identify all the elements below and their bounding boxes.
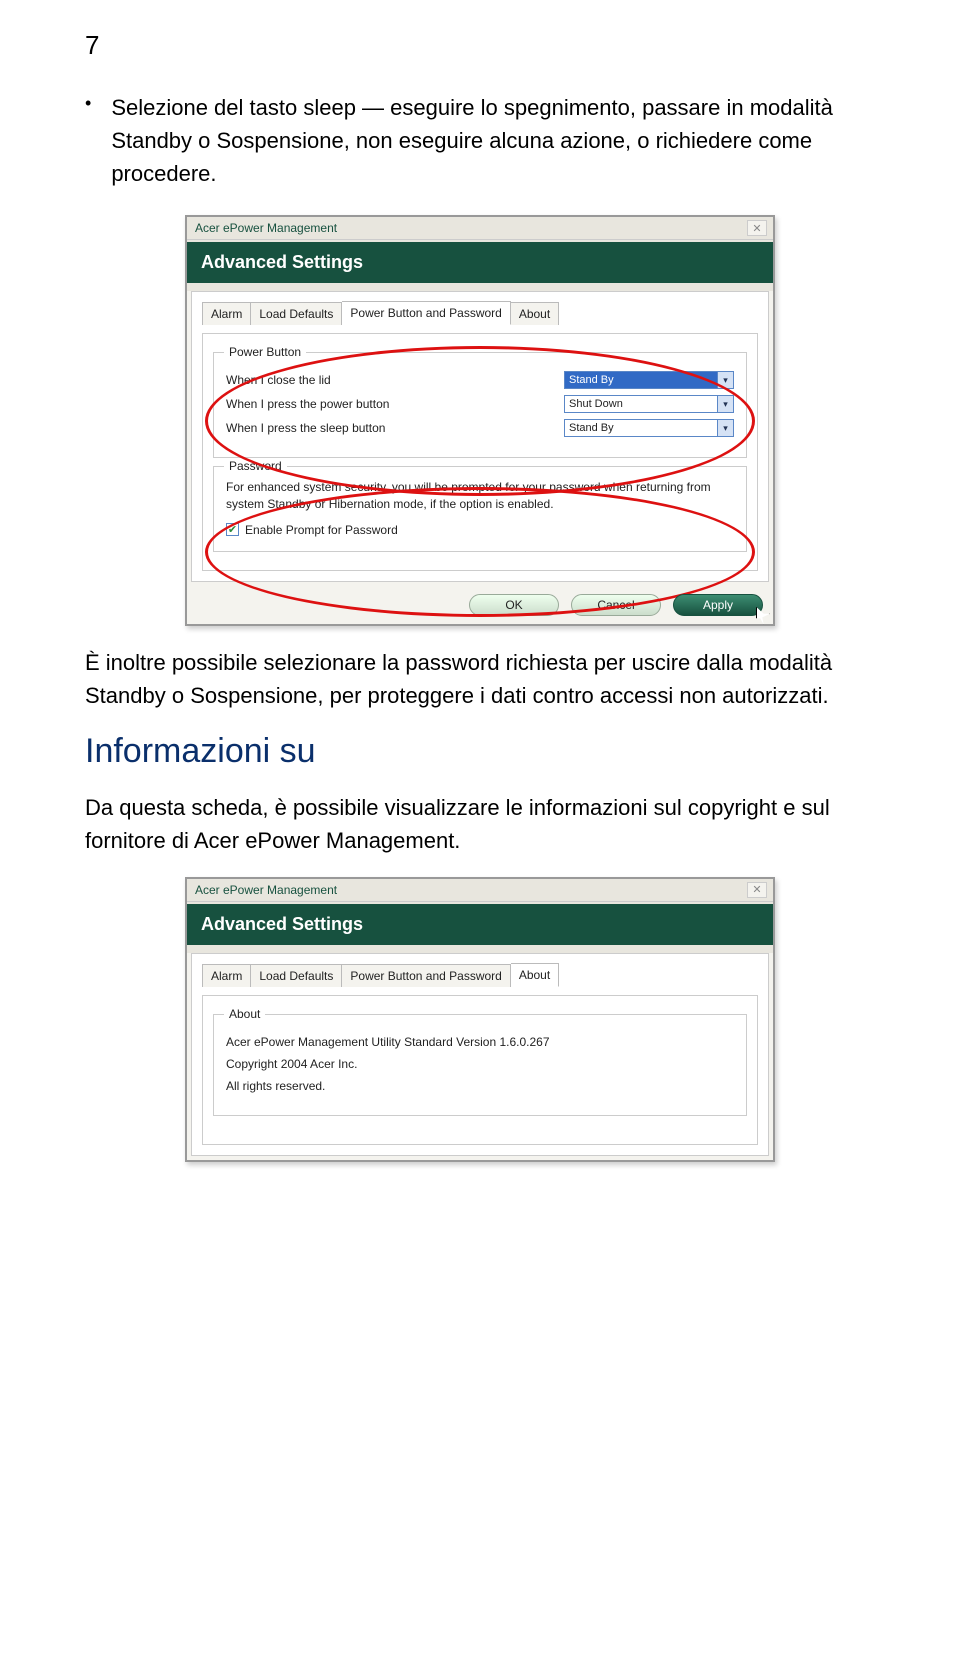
close-icon[interactable]: ✕	[747, 220, 767, 236]
label-power-button: When I press the power button	[226, 397, 564, 411]
dialog-title: Acer ePower Management	[195, 221, 337, 235]
paragraph-password-info: È inoltre possibile selezionare la passw…	[85, 646, 875, 712]
tabstrip: Alarm Load Defaults Power Button and Pas…	[202, 954, 758, 986]
tab-content: Power Button When I close the lid Stand …	[202, 333, 758, 571]
about-line-rights: All rights reserved.	[226, 1079, 734, 1093]
apply-button[interactable]: Apply	[673, 594, 763, 616]
combo-value: Stand By	[569, 374, 614, 386]
bullet-dot-icon: •	[85, 91, 91, 190]
combo-value: Stand By	[569, 422, 614, 434]
label-sleep-button: When I press the sleep button	[226, 421, 564, 435]
group-title: Password	[224, 459, 287, 473]
checkbox-label: Enable Prompt for Password	[245, 523, 398, 537]
label-close-lid: When I close the lid	[226, 373, 564, 387]
password-desc: For enhanced system security, you will b…	[226, 479, 734, 513]
tab-alarm[interactable]: Alarm	[202, 964, 251, 987]
tabstrip: Alarm Load Defaults Power Button and Pas…	[202, 292, 758, 324]
tab-alarm[interactable]: Alarm	[202, 302, 251, 325]
cancel-button[interactable]: Cancel	[571, 594, 661, 616]
bullet-text: Selezione del tasto sleep — eseguire lo …	[111, 91, 875, 190]
dialog-button-row: OK Cancel Apply	[187, 586, 773, 624]
group-about: About Acer ePower Management Utility Sta…	[213, 1014, 747, 1116]
dialog-advanced-settings-1: Acer ePower Management ✕ Advanced Settin…	[185, 215, 775, 626]
dialog-titlebar: Acer ePower Management ✕	[187, 217, 773, 240]
close-icon[interactable]: ✕	[747, 882, 767, 898]
dialog-body: Alarm Load Defaults Power Button and Pas…	[191, 291, 769, 582]
group-title: About	[224, 1007, 265, 1021]
heading-informazioni: Informazioni su	[85, 732, 875, 771]
checkbox-icon: ✔	[226, 523, 239, 536]
ok-button[interactable]: OK	[469, 594, 559, 616]
checkbox-enable-prompt[interactable]: ✔ Enable Prompt for Password	[226, 523, 734, 537]
dialog-title: Acer ePower Management	[195, 883, 337, 897]
dialog-body: Alarm Load Defaults Power Button and Pas…	[191, 953, 769, 1156]
row-close-lid: When I close the lid Stand By ▾	[226, 371, 734, 389]
tab-load-defaults[interactable]: Load Defaults	[251, 964, 342, 987]
about-line-version: Acer ePower Management Utility Standard …	[226, 1035, 734, 1049]
dialog-header: Advanced Settings	[187, 240, 773, 291]
highlighted-area: Power Button When I close the lid Stand …	[211, 352, 749, 552]
about-line-copyright: Copyright 2004 Acer Inc.	[226, 1057, 734, 1071]
dialog-titlebar: Acer ePower Management ✕	[187, 879, 773, 902]
chevron-down-icon: ▾	[717, 372, 733, 388]
row-power-button: When I press the power button Shut Down …	[226, 395, 734, 413]
group-password: Password For enhanced system security, y…	[213, 466, 747, 552]
tab-about[interactable]: About	[511, 963, 559, 987]
combo-power-button[interactable]: Shut Down ▾	[564, 395, 734, 413]
group-title: Power Button	[224, 345, 306, 359]
tab-content: About Acer ePower Management Utility Sta…	[202, 995, 758, 1145]
dialog-header: Advanced Settings	[187, 902, 773, 953]
combo-close-lid[interactable]: Stand By ▾	[564, 371, 734, 389]
chevron-down-icon: ▾	[717, 396, 733, 412]
tab-power-button[interactable]: Power Button and Password	[342, 301, 510, 325]
bullet-item: • Selezione del tasto sleep — eseguire l…	[85, 91, 875, 190]
combo-value: Shut Down	[569, 398, 623, 410]
combo-sleep-button[interactable]: Stand By ▾	[564, 419, 734, 437]
group-power-button: Power Button When I close the lid Stand …	[213, 352, 747, 458]
tab-about[interactable]: About	[511, 302, 559, 325]
page-number: 7	[85, 30, 875, 61]
dialog-advanced-settings-2: Acer ePower Management ✕ Advanced Settin…	[185, 877, 775, 1162]
paragraph-about-info: Da questa scheda, è possibile visualizza…	[85, 791, 875, 857]
row-sleep-button: When I press the sleep button Stand By ▾	[226, 419, 734, 437]
chevron-down-icon: ▾	[717, 420, 733, 436]
tab-power-button[interactable]: Power Button and Password	[342, 964, 510, 987]
tab-load-defaults[interactable]: Load Defaults	[251, 302, 342, 325]
